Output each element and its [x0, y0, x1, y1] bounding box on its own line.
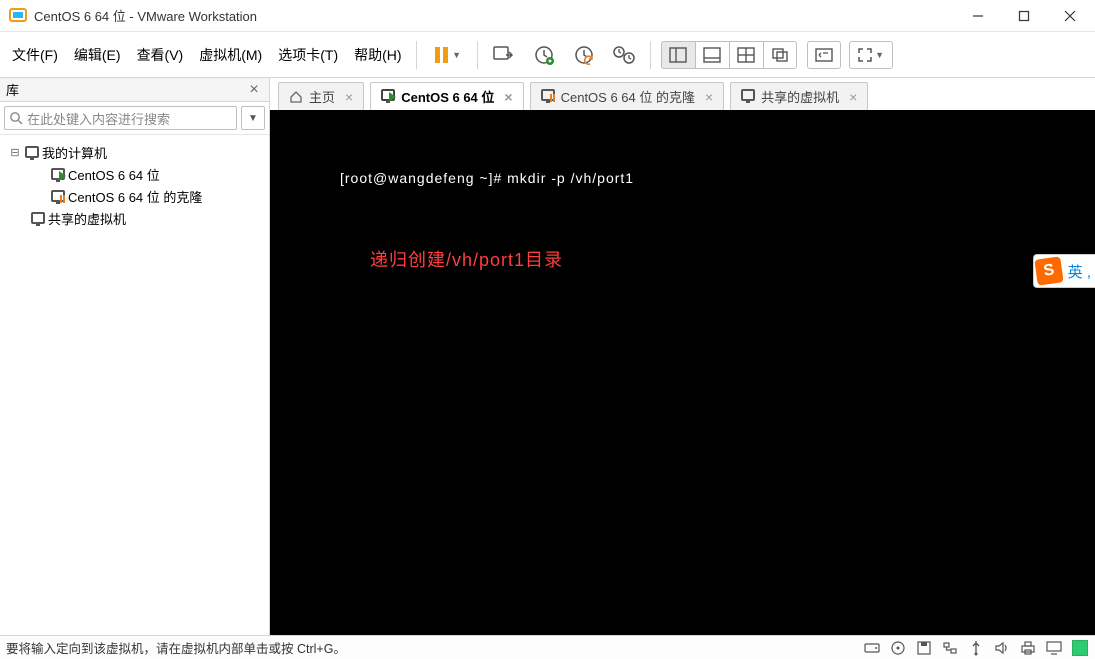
vm-running-icon [381, 89, 395, 104]
tree-label: CentOS 6 64 位 [68, 165, 160, 184]
menubar: 文件(F) 编辑(E) 查看(V) 虚拟机(M) 选项卡(T) 帮助(H) ▼ … [0, 32, 1095, 78]
tab-label: CentOS 6 64 位 [401, 87, 494, 106]
tree-label: 共享的虚拟机 [48, 209, 126, 228]
vm-suspended-icon [48, 190, 68, 202]
tab-centos-clone[interactable]: CentOS 6 64 位 的克隆 × [530, 82, 725, 110]
main-area: 库 × 在此处键入内容进行搜索 ▼ ⊟ 我的计算机 CentOS 6 64 位 … [0, 78, 1095, 635]
search-filter-button[interactable]: ▼ [241, 106, 265, 130]
terminal-line: [root@wangdefeng ~]# mkdir -p /vh/port1 [340, 170, 1095, 186]
ime-indicator[interactable]: S 英 , [1033, 254, 1095, 288]
sogou-icon: S [1034, 256, 1063, 285]
view-mode-group [661, 41, 797, 69]
tab-close-button[interactable]: × [849, 89, 857, 105]
tree-node-vm-centos[interactable]: CentOS 6 64 位 [4, 163, 265, 185]
vm-running-icon [48, 168, 68, 180]
vm-suspended-icon [541, 89, 555, 104]
printer-icon[interactable] [1019, 639, 1037, 657]
tree-node-my-computer[interactable]: ⊟ 我的计算机 [4, 141, 265, 163]
revert-snapshot-button[interactable] [566, 37, 602, 73]
library-tree: ⊟ 我的计算机 CentOS 6 64 位 CentOS 6 64 位 的克隆 … [0, 135, 269, 235]
menu-file[interactable]: 文件(F) [4, 39, 66, 71]
search-icon [9, 111, 23, 125]
ime-mode-label: 英 , [1068, 261, 1091, 282]
app-icon [8, 6, 28, 26]
tab-close-button[interactable]: × [345, 89, 353, 105]
minimize-button[interactable] [955, 0, 1001, 32]
tab-home[interactable]: 主页 × [278, 82, 364, 110]
annotation-text: 递归创建/vh/port1目录 [370, 246, 1095, 272]
chevron-down-icon: ▼ [452, 50, 461, 60]
search-row: 在此处键入内容进行搜索 ▼ [0, 102, 269, 135]
menu-view[interactable]: 查看(V) [129, 39, 192, 71]
vm-console[interactable]: [root@wangdefeng ~]# mkdir -p /vh/port1 … [270, 110, 1095, 635]
display-icon[interactable] [1045, 639, 1063, 657]
separator [477, 41, 478, 69]
message-log-button[interactable] [1071, 639, 1089, 657]
shared-vms-icon [741, 89, 755, 104]
tab-shared-vms[interactable]: 共享的虚拟机 × [730, 82, 868, 110]
content-area: 主页 × CentOS 6 64 位 × CentOS 6 64 位 的克隆 ×… [270, 78, 1095, 635]
view-console-button[interactable] [695, 41, 729, 69]
tree-label: 我的计算机 [42, 143, 107, 162]
menu-tabs[interactable]: 选项卡(T) [270, 39, 346, 71]
library-header: 库 × [0, 78, 269, 102]
pause-button[interactable]: ▼ [425, 37, 469, 73]
cdrom-icon[interactable] [889, 639, 907, 657]
library-title: 库 [6, 80, 245, 99]
usb-icon[interactable] [967, 639, 985, 657]
collapse-icon[interactable]: ⊟ [8, 146, 22, 159]
tab-label: 共享的虚拟机 [761, 87, 839, 106]
home-icon [289, 90, 303, 104]
network-icon[interactable] [941, 639, 959, 657]
status-message: 要将输入定向到该虚拟机，请在虚拟机内部单击或按 Ctrl+G。 [6, 638, 863, 657]
tree-node-shared-vms[interactable]: 共享的虚拟机 [4, 207, 265, 229]
enter-fullscreen-button[interactable]: ▼ [849, 41, 893, 69]
tab-label: CentOS 6 64 位 的克隆 [561, 87, 695, 106]
tree-label: CentOS 6 64 位 的克隆 [68, 187, 202, 206]
snapshot-button[interactable] [526, 37, 562, 73]
titlebar: CentOS 6 64 位 - VMware Workstation [0, 0, 1095, 32]
floppy-icon[interactable] [915, 639, 933, 657]
harddisk-icon[interactable] [863, 639, 881, 657]
tab-centos[interactable]: CentOS 6 64 位 × [370, 82, 523, 110]
close-library-button[interactable]: × [245, 81, 263, 99]
computer-icon [22, 146, 42, 158]
send-input-button[interactable] [486, 37, 522, 73]
view-single-button[interactable] [661, 41, 695, 69]
tab-label: 主页 [309, 87, 335, 106]
shared-vms-icon [28, 212, 48, 224]
menu-vm[interactable]: 虚拟机(M) [191, 39, 270, 71]
separator [650, 41, 651, 69]
tree-node-vm-centos-clone[interactable]: CentOS 6 64 位 的克隆 [4, 185, 265, 207]
view-unity-button[interactable] [763, 41, 797, 69]
search-placeholder: 在此处键入内容进行搜索 [27, 109, 170, 128]
status-tray [863, 639, 1089, 657]
view-quick-button[interactable] [729, 41, 763, 69]
window-title: CentOS 6 64 位 - VMware Workstation [34, 6, 955, 25]
tabbar: 主页 × CentOS 6 64 位 × CentOS 6 64 位 的克隆 ×… [270, 78, 1095, 110]
tab-close-button[interactable]: × [705, 89, 713, 105]
sidebar: 库 × 在此处键入内容进行搜索 ▼ ⊟ 我的计算机 CentOS 6 64 位 … [0, 78, 270, 635]
statusbar: 要将输入定向到该虚拟机，请在虚拟机内部单击或按 Ctrl+G。 [0, 635, 1095, 659]
search-input[interactable]: 在此处键入内容进行搜索 [4, 106, 237, 130]
tab-close-button[interactable]: × [504, 89, 512, 105]
sound-icon[interactable] [993, 639, 1011, 657]
menu-help[interactable]: 帮助(H) [346, 39, 409, 71]
manage-snapshots-button[interactable] [606, 37, 642, 73]
chevron-down-icon: ▼ [875, 50, 884, 60]
separator [416, 41, 417, 69]
fullscreen-console-button[interactable] [807, 41, 841, 69]
maximize-button[interactable] [1001, 0, 1047, 32]
close-button[interactable] [1047, 0, 1093, 32]
menu-edit[interactable]: 编辑(E) [66, 39, 129, 71]
